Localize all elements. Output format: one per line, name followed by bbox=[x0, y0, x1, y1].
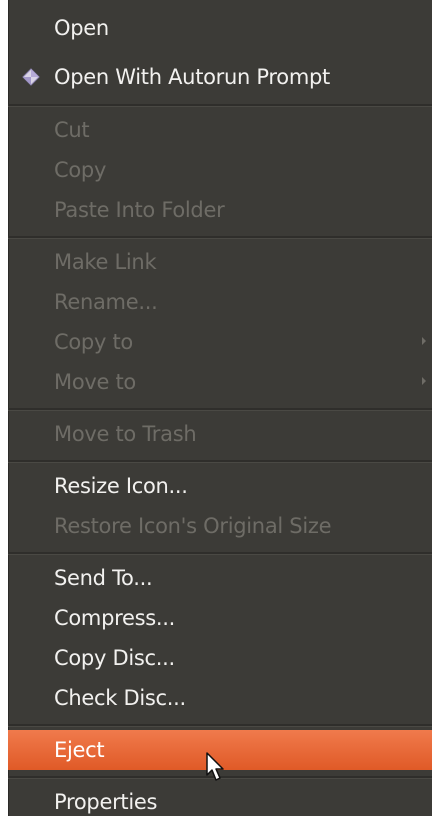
menu-item-label: Eject bbox=[54, 738, 105, 762]
menu-item-label: Move to Trash bbox=[54, 422, 197, 446]
menu-item-send-to[interactable]: Send To... bbox=[8, 558, 432, 598]
menu-item-label: Rename... bbox=[54, 290, 158, 314]
menu-item-check-disc[interactable]: Check Disc... bbox=[8, 678, 432, 718]
menu-item-rename: Rename... bbox=[8, 282, 432, 322]
context-menu: Open Open With Autorun Prompt Cut Copy P… bbox=[8, 0, 432, 816]
menu-item-label: Copy to bbox=[54, 330, 133, 354]
menu-item-copy-to: Copy to bbox=[8, 322, 432, 362]
menu-item-label: Copy bbox=[54, 158, 107, 182]
menu-item-copy: Copy bbox=[8, 150, 432, 190]
menu-item-label: Resize Icon... bbox=[54, 474, 188, 498]
menu-item-compress[interactable]: Compress... bbox=[8, 598, 432, 638]
menu-separator bbox=[8, 104, 432, 107]
menu-item-label: Properties bbox=[54, 790, 158, 814]
menu-separator bbox=[8, 460, 432, 463]
menu-item-label: Compress... bbox=[54, 606, 175, 630]
menu-item-label: Send To... bbox=[54, 566, 153, 590]
autorun-diamond-icon bbox=[22, 68, 40, 86]
menu-separator bbox=[8, 236, 432, 239]
menu-item-label: Move to bbox=[54, 370, 136, 394]
menu-item-label: Open With Autorun Prompt bbox=[54, 65, 330, 89]
mouse-pointer-icon bbox=[206, 752, 224, 781]
menu-item-label: Paste Into Folder bbox=[54, 198, 225, 222]
menu-item-make-link: Make Link bbox=[8, 242, 432, 282]
menu-item-label: Make Link bbox=[54, 250, 157, 274]
menu-item-cut: Cut bbox=[8, 110, 432, 150]
menu-item-open-with-autorun-prompt[interactable]: Open With Autorun Prompt bbox=[8, 57, 432, 97]
menu-item-resize-icon[interactable]: Resize Icon... bbox=[8, 466, 432, 506]
submenu-arrow-icon bbox=[422, 337, 426, 345]
menu-item-move-to-trash: Move to Trash bbox=[8, 414, 432, 454]
menu-item-properties[interactable]: Properties bbox=[8, 782, 432, 822]
menu-item-label: Cut bbox=[54, 118, 90, 142]
menu-separator bbox=[8, 408, 432, 411]
menu-item-label: Copy Disc... bbox=[54, 646, 175, 670]
menu-item-label: Restore Icon's Original Size bbox=[54, 514, 332, 538]
menu-item-label: Check Disc... bbox=[54, 686, 186, 710]
menu-separator bbox=[8, 724, 432, 727]
menu-item-move-to: Move to bbox=[8, 362, 432, 402]
menu-item-open[interactable]: Open bbox=[8, 8, 432, 48]
submenu-arrow-icon bbox=[422, 377, 426, 385]
menu-separator bbox=[8, 552, 432, 555]
menu-item-paste-into-folder: Paste Into Folder bbox=[8, 190, 432, 230]
menu-item-copy-disc[interactable]: Copy Disc... bbox=[8, 638, 432, 678]
menu-item-label: Open bbox=[54, 16, 109, 40]
menu-item-restore-icon-original-size: Restore Icon's Original Size bbox=[8, 506, 432, 546]
